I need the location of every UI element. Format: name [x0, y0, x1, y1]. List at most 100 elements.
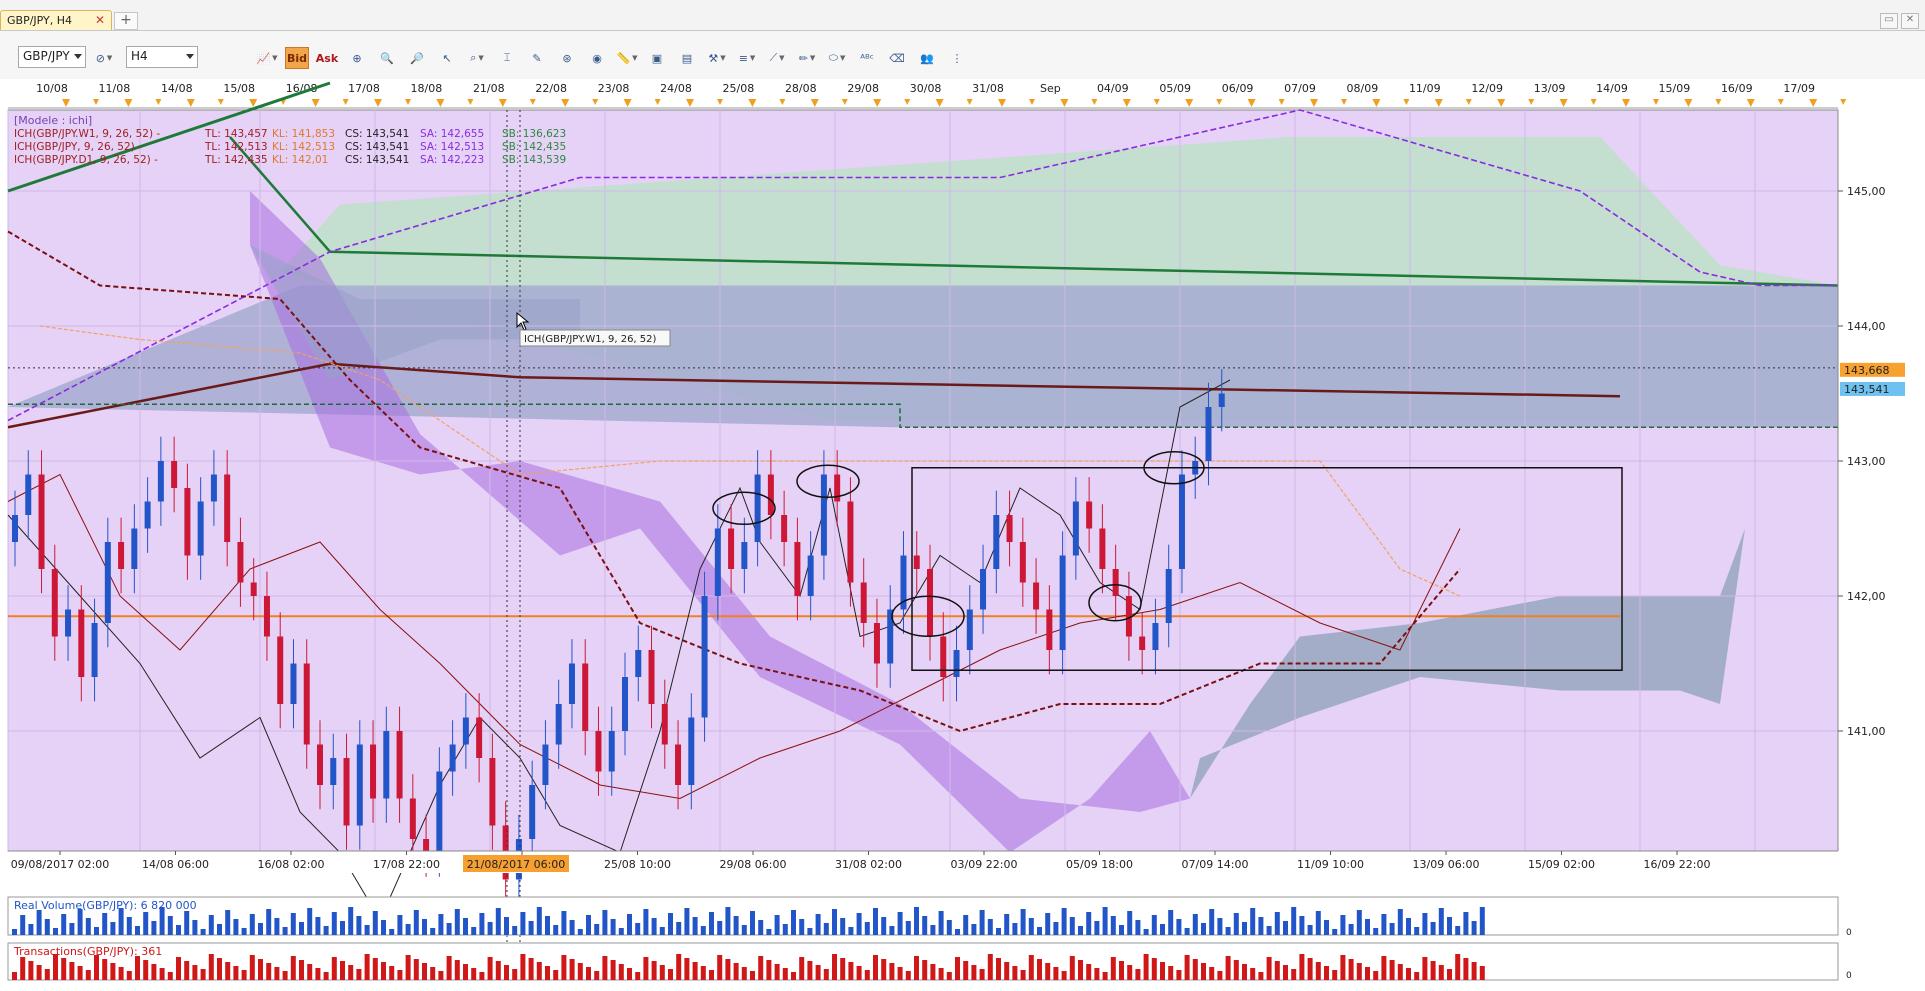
price-axis: [1838, 110, 1925, 851]
top-date-label: 11/09: [1409, 82, 1441, 95]
indicator-icon[interactable]: ⚒ ▼: [705, 47, 729, 69]
volume-scale: 0: [1846, 928, 1852, 938]
volume-bar: [479, 913, 485, 935]
image-icon[interactable]: ▣: [645, 47, 669, 69]
list-icon[interactable]: ≡ ▼: [735, 47, 759, 69]
eraser-icon[interactable]: ⌫: [885, 47, 909, 69]
more-icon[interactable]: ⋮: [945, 47, 969, 69]
crosshair-icon[interactable]: ⊕: [345, 47, 369, 69]
ellipse-icon[interactable]: ⬭ ▼: [825, 47, 849, 69]
transactions-bar: [69, 962, 75, 980]
link-icon[interactable]: ⊘ ▼: [92, 47, 116, 69]
transactions-bar: [53, 954, 58, 980]
top-date-label: 06/09: [1222, 82, 1254, 95]
chart-area[interactable]: 10/08 11/08 14/08 15/08 16/08 17/08 18/08 21/08…: [0, 79, 1925, 988]
volume-bar: [1299, 916, 1305, 935]
transactions-bar: [996, 958, 1001, 980]
candle-bull: [1072, 501, 1079, 556]
pencil-icon[interactable]: ✏ ▼: [795, 47, 819, 69]
volume-bar: [405, 924, 411, 935]
transactions-bar: [692, 962, 698, 980]
candle-bull: [210, 474, 217, 502]
candle-bear: [1033, 582, 1040, 610]
candle-bull: [131, 528, 138, 569]
chart-svg[interactable]: 10/08 11/08 14/08 15/08 16/08 17/08 18/08 21/08…: [0, 79, 1925, 988]
transactions-bar: [643, 957, 649, 980]
draw-line-icon[interactable]: ⟋ ▼: [765, 47, 789, 69]
add-tab-button[interactable]: +: [114, 12, 138, 30]
transactions-bar: [192, 965, 198, 980]
volume-bar: [782, 924, 788, 935]
volume-bar: [1447, 917, 1452, 935]
candle-bear: [409, 798, 416, 839]
bar-cursor-icon[interactable]: ⌶: [495, 47, 519, 69]
legend-sb: SB: 136,623: [502, 128, 566, 140]
volume-bar: [700, 926, 706, 935]
magnet-icon[interactable]: ⊛: [555, 47, 579, 69]
zoom-range-icon[interactable]: ⌕ ▼: [465, 47, 489, 69]
volume-bar: [750, 911, 755, 935]
top-date-label: 15/09: [1659, 82, 1691, 95]
transactions-bar: [381, 962, 386, 980]
line-chart-icon[interactable]: 📈 ▼: [255, 47, 279, 69]
tab-gbpjpy-h4[interactable]: GBP/JPY, H4 ✕: [0, 10, 112, 30]
transactions-bar: [20, 957, 26, 980]
price-tick-label: 145,00: [1847, 185, 1886, 198]
bid-button[interactable]: Bid: [285, 47, 309, 69]
text-icon[interactable]: ᴬᴮᶜ: [855, 47, 879, 69]
transactions-bar: [1176, 970, 1182, 980]
people-icon[interactable]: 👥: [915, 47, 939, 69]
restore-icon[interactable]: ▭: [1880, 13, 1898, 29]
candle-bull: [356, 744, 363, 826]
transactions-bar: [110, 963, 116, 980]
transactions-bar: [1086, 964, 1092, 980]
transactions-bar: [356, 969, 362, 980]
tab-label: GBP/JPY, H4: [7, 14, 73, 27]
ruler-icon[interactable]: 📏 ▼: [615, 47, 639, 69]
candle-bear: [595, 731, 602, 772]
time-tick-label: 17/08 22:00: [373, 858, 440, 871]
volume-bar: [963, 915, 969, 935]
zoom-out-icon[interactable]: 🔎: [405, 47, 429, 69]
transactions-bar: [61, 958, 67, 980]
transactions-bar: [184, 961, 190, 980]
cursor-icon[interactable]: ↖: [435, 47, 459, 69]
volume-bar: [774, 915, 780, 935]
transactions-bar: [1447, 969, 1452, 980]
candle-bear: [184, 488, 191, 556]
candle-bear: [661, 704, 668, 745]
time-tick-label: 29/08 06:00: [720, 858, 787, 871]
time-tick-label: 09/08/2017 02:00: [11, 858, 110, 871]
transactions-bar: [471, 968, 477, 980]
transactions-bar: [946, 972, 952, 980]
candle-bull: [701, 596, 708, 718]
close-window-icon[interactable]: ✕: [1901, 13, 1919, 29]
close-icon[interactable]: ✕: [95, 13, 105, 27]
volume-bar: [586, 915, 591, 935]
candle-bear: [476, 717, 483, 758]
symbol-select[interactable]: GBP/JPY: [18, 46, 86, 68]
transactions-bar: [315, 968, 321, 980]
volume-bar: [471, 927, 477, 935]
volume-bar: [118, 908, 124, 935]
globe-icon[interactable]: ◉: [585, 47, 609, 69]
transactions-bar: [208, 954, 214, 980]
transactions-bar: [905, 971, 911, 980]
time-tick-label: 07/09 14:00: [1182, 858, 1249, 871]
candle-bear: [396, 731, 403, 799]
timeframe-select[interactable]: H4: [126, 46, 198, 68]
template-icon[interactable]: ▤: [675, 47, 699, 69]
zoom-in-icon[interactable]: 🔍: [375, 47, 399, 69]
candle-bull: [714, 528, 721, 596]
volume-bar: [1348, 924, 1354, 935]
volume-bar: [1176, 919, 1182, 935]
transactions-bar: [1184, 955, 1190, 980]
candle-bull: [462, 717, 469, 745]
volume-bar: [946, 920, 952, 935]
volume-bar: [659, 927, 665, 935]
timeframe-value: H4: [131, 49, 148, 63]
volume-bar: [840, 918, 846, 935]
edit-icon[interactable]: ✎: [525, 47, 549, 69]
transactions-bar: [1283, 965, 1288, 980]
ask-button[interactable]: Ask: [315, 47, 339, 69]
